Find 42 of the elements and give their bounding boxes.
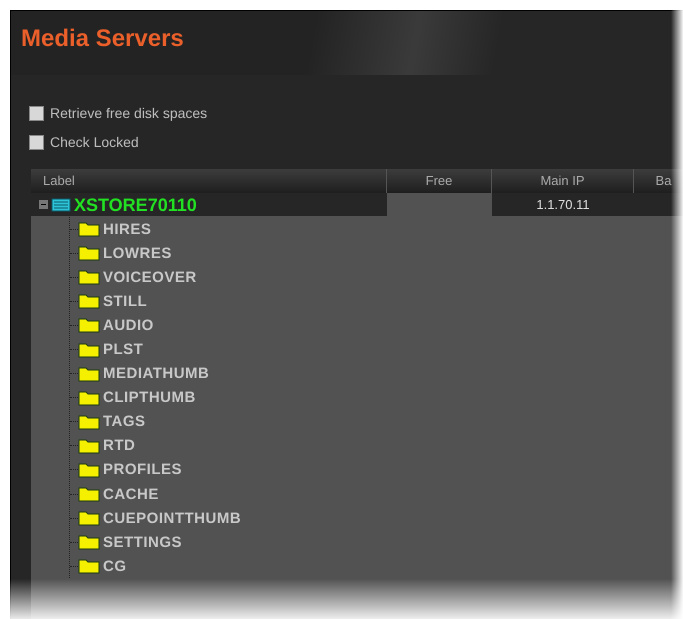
- server-icon: [51, 198, 71, 212]
- folder-label[interactable]: AUDIO: [103, 318, 154, 333]
- folder-icon: [78, 558, 100, 574]
- folder-label[interactable]: MEDIATHUMB: [103, 366, 210, 382]
- checkbox[interactable]: [29, 106, 44, 121]
- column-header[interactable]: Label: [31, 169, 387, 193]
- checkbox-label: Retrieve free disk spaces: [50, 104, 208, 123]
- folder-icon: [78, 245, 100, 262]
- folder-icon: [78, 221, 100, 238]
- folder-icon: [78, 486, 100, 502]
- folder-icon: [78, 414, 100, 430]
- checkbox-label: Check Locked: [50, 133, 139, 152]
- folder-label[interactable]: TAGS: [103, 414, 146, 430]
- folder-label[interactable]: CLIPTHUMB: [103, 390, 196, 406]
- table-cell: 1.1.70.11: [492, 193, 634, 216]
- folder-label[interactable]: VOICEOVER: [103, 270, 197, 285]
- folder-label[interactable]: PLST: [103, 342, 144, 358]
- folder-icon: [78, 462, 100, 478]
- folder-label[interactable]: CG: [103, 558, 126, 574]
- folder-label[interactable]: STILL: [103, 294, 148, 309]
- folder-label[interactable]: CACHE: [103, 486, 159, 502]
- panel-title: Media Servers: [21, 27, 185, 51]
- folder-label[interactable]: SETTINGS: [103, 534, 182, 550]
- folder-icon: [78, 293, 100, 310]
- folder-icon: [78, 366, 100, 382]
- folder-icon: [78, 510, 100, 526]
- folder-label[interactable]: CUEPOINTTHUMB: [103, 510, 242, 526]
- folder-label[interactable]: HIRES: [103, 222, 152, 237]
- folder-icon: [78, 438, 100, 454]
- column-header[interactable]: Main IP: [492, 169, 634, 193]
- checkbox[interactable]: [29, 135, 44, 150]
- folder-icon: [78, 269, 100, 286]
- collapse-toggle[interactable]: [39, 200, 48, 209]
- folder-label[interactable]: LOWRES: [103, 246, 172, 261]
- column-header[interactable]: Ba: [634, 169, 683, 193]
- folder-label[interactable]: PROFILES: [103, 462, 182, 478]
- folder-icon: [78, 534, 100, 550]
- folder-icon: [78, 342, 100, 358]
- folder-label[interactable]: RTD: [103, 438, 136, 454]
- column-header[interactable]: Free: [387, 169, 492, 193]
- folder-icon: [78, 390, 100, 406]
- folder-icon: [78, 317, 100, 334]
